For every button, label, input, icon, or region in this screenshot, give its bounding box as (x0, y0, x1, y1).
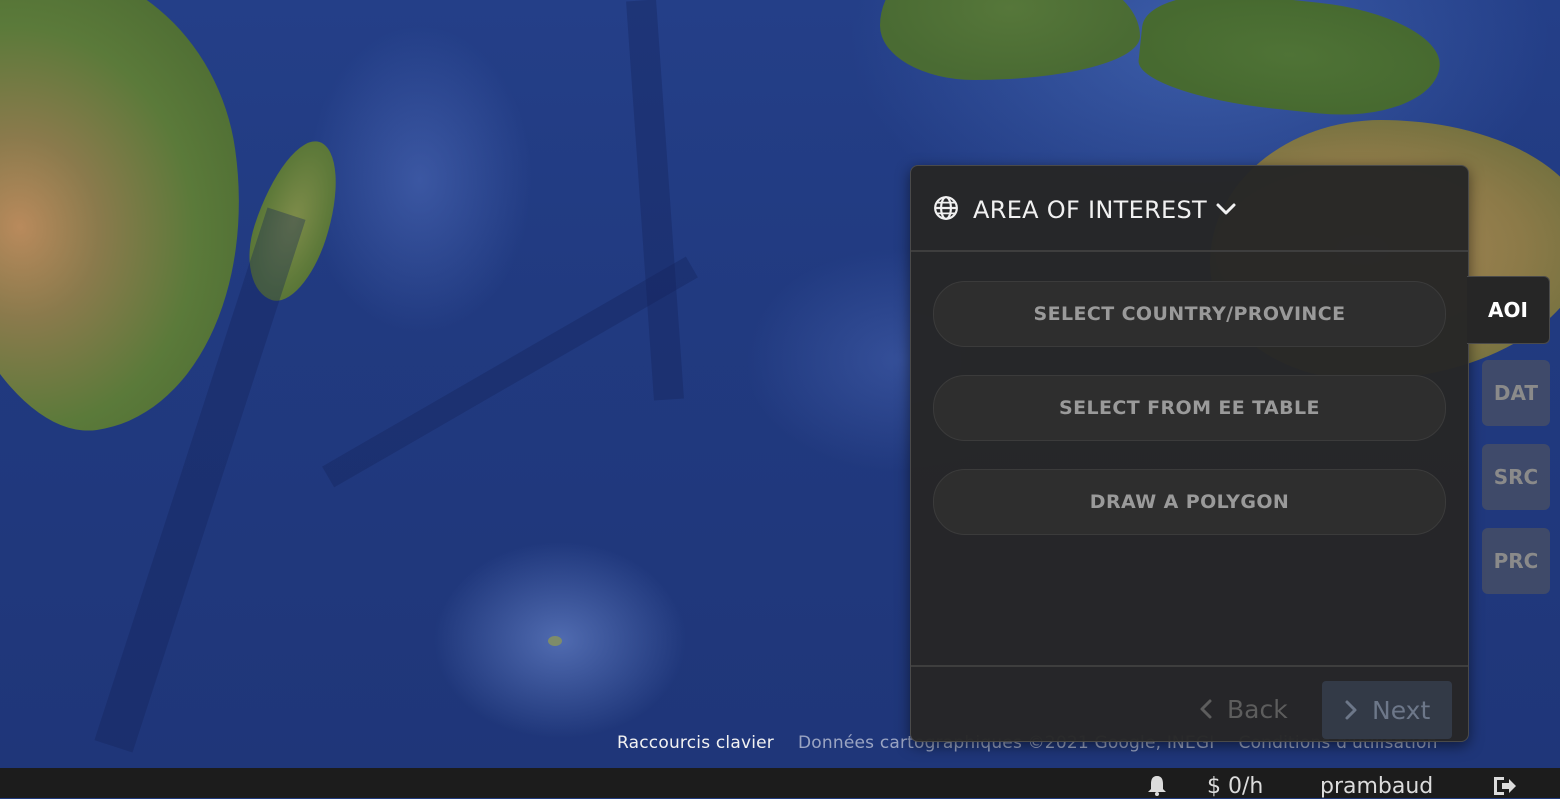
ocean-ridge (322, 256, 698, 488)
panel-title: AREA OF INTEREST (973, 196, 1208, 224)
globe-icon (934, 196, 958, 220)
aoi-panel: AREA OF INTEREST SELECT COUNTRY/PROVINCE… (910, 165, 1469, 742)
back-button[interactable]: Back (1197, 681, 1301, 737)
bell-icon[interactable] (1146, 774, 1168, 796)
next-label: Next (1372, 695, 1431, 725)
tab-prc[interactable]: PRC (1482, 528, 1550, 594)
username[interactable]: prambaud (1320, 774, 1433, 799)
cost-indicator[interactable]: $ 0/h (1207, 774, 1263, 799)
keyboard-shortcuts-link[interactable]: Raccourcis clavier (617, 733, 774, 753)
ocean-ridge (626, 0, 684, 401)
next-button[interactable]: Next (1322, 681, 1452, 739)
chevron-down-icon[interactable] (1215, 200, 1237, 218)
panel-header[interactable]: AREA OF INTEREST (911, 166, 1468, 252)
back-label: Back (1227, 694, 1288, 724)
select-country-province-button[interactable]: SELECT COUNTRY/PROVINCE (933, 281, 1446, 347)
sumatra-landmass (880, 0, 1140, 80)
logout-icon[interactable] (1490, 774, 1518, 798)
tab-dat[interactable]: DAT (1482, 360, 1550, 426)
tab-aoi[interactable]: AOI (1467, 276, 1550, 344)
kerguelen-island (548, 636, 562, 646)
tab-src[interactable]: SRC (1482, 444, 1550, 510)
panel-footer: Back Next (911, 665, 1468, 741)
select-ee-table-button[interactable]: SELECT FROM EE TABLE (933, 375, 1446, 441)
draw-polygon-button[interactable]: DRAW A POLYGON (933, 469, 1446, 535)
status-bar: $ 0/h prambaud (0, 768, 1560, 799)
chevron-left-icon (1200, 699, 1212, 719)
chevron-right-icon (1345, 700, 1357, 720)
indonesia-landmass (1135, 0, 1445, 126)
